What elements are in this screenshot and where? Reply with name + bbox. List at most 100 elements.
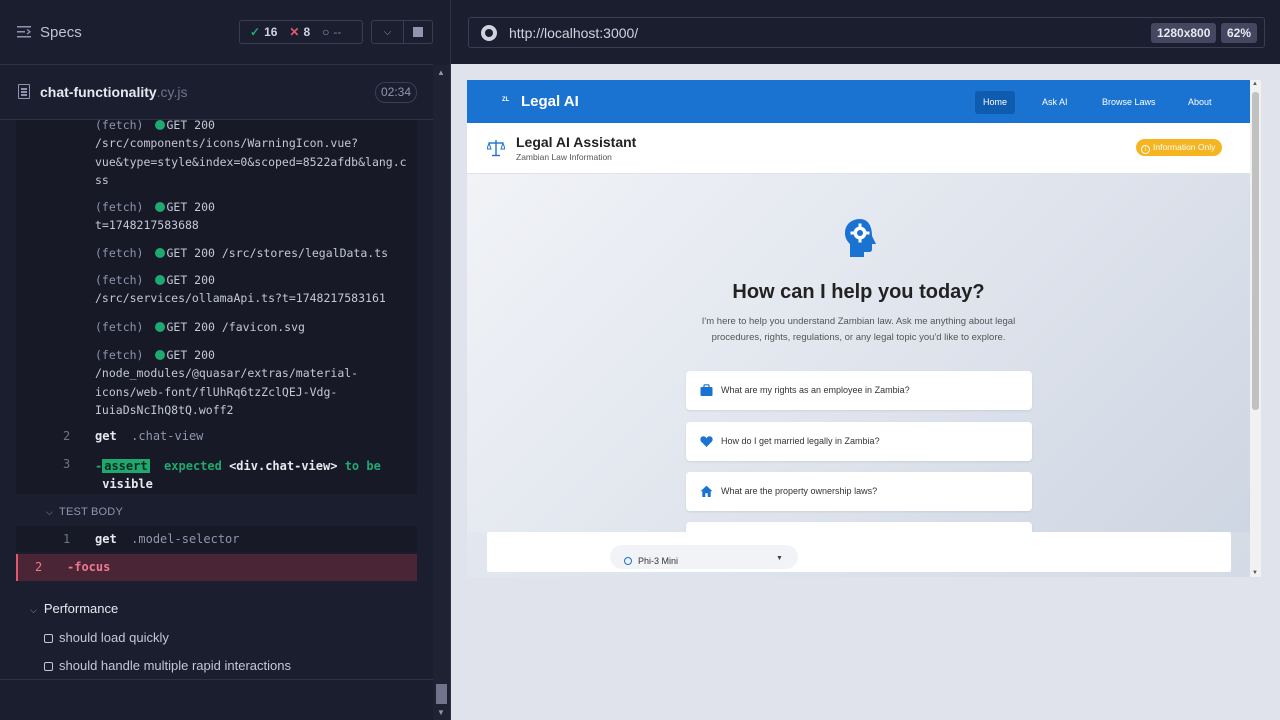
log-entry[interactable]: (fetch) GET 200 /src/services/ollamaApi.t… bbox=[95, 271, 413, 308]
stop-icon bbox=[413, 27, 423, 37]
check-icon: ✓ bbox=[250, 25, 261, 39]
page-subtitle: Zambian Law Information bbox=[516, 152, 612, 162]
spec-file-name[interactable]: chat-functionality.cy.js bbox=[40, 84, 188, 100]
log-entry[interactable]: (fetch) GET 200 /src/stores/legalData.ts bbox=[95, 244, 413, 262]
test-title: should handle multiple rapid interaction… bbox=[59, 658, 291, 673]
command-keyword: get bbox=[95, 532, 117, 546]
model-selector[interactable]: Phi-3 Mini ▼ bbox=[610, 545, 798, 569]
command-row[interactable]: 2 get .chat-view bbox=[16, 429, 417, 447]
welcome-text: I'm here to help you understand Zambian … bbox=[701, 316, 1016, 343]
log-entry[interactable]: (fetch) GET 200 /src/components/icons/War… bbox=[95, 120, 413, 189]
chevron-down-icon: ⌵ bbox=[46, 507, 54, 517]
spec-file-row: chat-functionality.cy.js 02:34 bbox=[0, 65, 433, 120]
info-icon: i bbox=[1141, 145, 1150, 154]
assert-row[interactable]: 3 - assert expected <div.chat-view> to be… bbox=[16, 457, 417, 493]
url-text[interactable]: http://localhost:3000/ bbox=[509, 25, 638, 41]
scales-icon bbox=[487, 140, 505, 157]
log-method: GET 200 bbox=[166, 200, 215, 214]
chevron-down-icon: ▼ bbox=[776, 555, 783, 562]
command-number: 2 bbox=[63, 429, 71, 443]
log-path: vue&type=style&index=0&scoped=8522afdb&l… bbox=[95, 154, 407, 169]
log-method: GET 200 bbox=[166, 320, 215, 334]
log-path: /src/services/ollamaApi.ts?t=17482175831… bbox=[95, 291, 386, 306]
log-path: ss bbox=[95, 172, 109, 187]
test-item[interactable]: should handle multiple rapid interaction… bbox=[44, 658, 291, 673]
runner-footer bbox=[0, 679, 433, 720]
app-preview-panel: http://localhost:3000/ 1280x800 62% ZL L… bbox=[450, 0, 1280, 720]
command-arg: .model-selector bbox=[131, 532, 240, 546]
nav-ask-ai[interactable]: Ask AI bbox=[1034, 91, 1076, 114]
command-row[interactable]: 1 get .model-selector bbox=[16, 532, 417, 550]
scroll-up-icon[interactable]: ▲ bbox=[1252, 81, 1258, 87]
suggestion-card[interactable]: How do I get married legally in Zambia? bbox=[686, 422, 1032, 461]
nav-about[interactable]: About bbox=[1180, 91, 1220, 114]
nav-home[interactable]: Home bbox=[975, 91, 1016, 114]
app-viewport: ZL Legal AI Home Ask AI Browse Laws Abou… bbox=[467, 80, 1261, 577]
log-tag: (fetch) bbox=[95, 246, 144, 260]
welcome-title: How can I help you today? bbox=[732, 281, 985, 303]
document-icon bbox=[18, 84, 30, 99]
test-stats: ✓ 16 ✕ 8 ○ -- bbox=[239, 20, 363, 44]
assert-end: visible bbox=[102, 477, 153, 491]
assert-pre: expected bbox=[164, 459, 222, 473]
scroll-down-icon[interactable]: ▼ bbox=[437, 708, 445, 717]
suggestion-card[interactable]: What are my rights as an employee in Zam… bbox=[686, 371, 1032, 410]
scrollbar-thumb[interactable] bbox=[1252, 92, 1259, 410]
test-item[interactable]: should load quickly bbox=[44, 630, 169, 645]
command-name: get .model-selector bbox=[95, 532, 240, 546]
cross-icon: ✕ bbox=[289, 25, 300, 39]
assert-subject: <div.chat-view> bbox=[229, 459, 338, 473]
status-dot-icon bbox=[155, 350, 166, 360]
status-dot-icon bbox=[155, 202, 166, 212]
brand-name[interactable]: Legal AI bbox=[521, 93, 579, 110]
app-navbar: ZL Legal AI Home Ask AI Browse Laws Abou… bbox=[467, 80, 1250, 123]
command-number: 2 bbox=[35, 560, 43, 574]
pending-count: -- bbox=[333, 25, 342, 39]
pending-icon: ○ bbox=[322, 25, 330, 39]
nav-browse-laws[interactable]: Browse Laws bbox=[1094, 91, 1164, 114]
chevron-down-icon: ⌵ bbox=[30, 605, 37, 615]
test-status-icon bbox=[44, 634, 53, 643]
scrollbar-thumb[interactable] bbox=[436, 684, 447, 704]
url-bar[interactable]: http://localhost:3000/ 1280x800 62% bbox=[468, 17, 1265, 48]
command-log-scrollbar[interactable]: ▲ ▼ bbox=[433, 65, 450, 720]
heart-icon bbox=[700, 436, 713, 447]
briefcase-icon bbox=[700, 384, 713, 396]
status-dot-icon bbox=[155, 322, 166, 332]
logo-icon: ZL bbox=[502, 97, 510, 103]
log-path: /src/components/icons/WarningIcon.vue? bbox=[95, 136, 359, 151]
log-method: GET 200 bbox=[166, 348, 215, 362]
chevron-down-icon[interactable]: ⌵ bbox=[371, 20, 404, 44]
assert-mid: to be bbox=[344, 459, 381, 473]
log-entry[interactable]: (fetch) GET 200 /favicon.svg bbox=[95, 318, 413, 336]
log-tag: (fetch) bbox=[95, 120, 144, 132]
command-log: (fetch) GET 200 /src/components/icons/War… bbox=[0, 120, 433, 680]
app-scrollbar[interactable]: ▲ ▼ bbox=[1250, 80, 1261, 577]
scroll-up-icon[interactable]: ▲ bbox=[437, 68, 445, 77]
specs-menu-icon[interactable] bbox=[17, 26, 31, 38]
log-entry[interactable]: (fetch) GET 200 t=1748217583688 bbox=[95, 198, 413, 235]
viewport-size-badge[interactable]: 1280x800 bbox=[1151, 23, 1217, 43]
suggestion-text: What are my rights as an employee in Zam… bbox=[721, 385, 910, 395]
command-number: 1 bbox=[63, 532, 71, 546]
chat-area: How can I help you today? I'm here to he… bbox=[467, 174, 1250, 577]
log-method: GET 200 bbox=[166, 246, 215, 260]
suggestion-card[interactable] bbox=[686, 522, 1032, 532]
log-entry[interactable]: (fetch) GET 200 /node_modules/@quasar/ext… bbox=[95, 346, 413, 419]
stop-button[interactable] bbox=[404, 20, 433, 44]
status-dot-icon bbox=[155, 275, 166, 285]
log-method: GET 200 bbox=[166, 120, 215, 132]
passed-count: 16 bbox=[264, 25, 278, 39]
scroll-down-icon[interactable]: ▼ bbox=[1252, 570, 1258, 576]
suite-header[interactable]: ⌵ Performance bbox=[30, 601, 118, 616]
zoom-badge[interactable]: 62% bbox=[1221, 23, 1258, 43]
specs-title[interactable]: Specs bbox=[40, 24, 82, 41]
test-body-header[interactable]: ⌵ TEST BODY bbox=[46, 506, 123, 518]
globe-icon bbox=[481, 25, 497, 41]
app-header: Legal AI Assistant Zambian Law Informati… bbox=[467, 123, 1250, 174]
test-body-label: TEST BODY bbox=[59, 506, 123, 518]
failed-command-row[interactable]: 2 -focus bbox=[16, 554, 417, 581]
suggestion-card[interactable]: What are the property ownership laws? bbox=[686, 472, 1032, 511]
suggestion-text: How do I get married legally in Zambia? bbox=[721, 436, 880, 446]
assert-content: - assert expected <div.chat-view> to be v… bbox=[95, 459, 381, 491]
